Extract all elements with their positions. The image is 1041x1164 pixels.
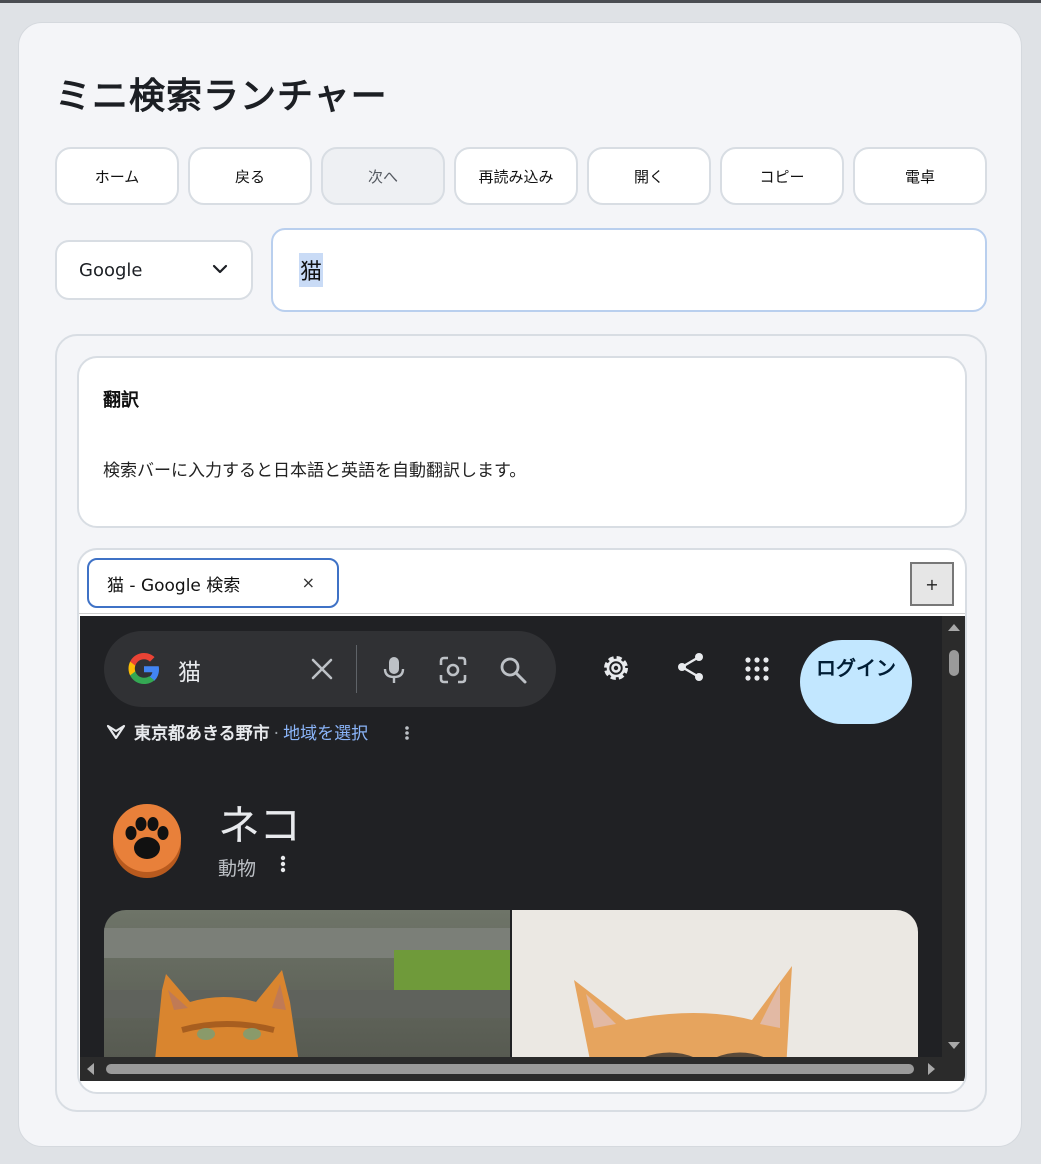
- content-panel: 翻訳 検索バーに入力すると日本語と英語を自動翻訳します。 猫 - Google …: [55, 334, 987, 1112]
- select-region-link[interactable]: 地域を選択: [283, 724, 368, 744]
- location-text: 東京都あきる野市: [134, 724, 270, 744]
- translation-description: 検索バーに入力すると日本語と英語を自動翻訳します。: [103, 461, 527, 481]
- microphone-icon[interactable]: [382, 655, 406, 685]
- google-logo-icon: [128, 653, 159, 684]
- share-icon[interactable]: [676, 652, 706, 682]
- reload-button[interactable]: 再読み込み: [454, 147, 578, 205]
- calculator-button[interactable]: 電卓: [853, 147, 987, 205]
- cat-photos: [104, 910, 918, 1070]
- scrollbar-corner: [942, 1057, 965, 1081]
- search-icon[interactable]: [498, 655, 528, 685]
- search-query-text: 猫: [299, 253, 324, 287]
- settings-icon[interactable]: [598, 650, 634, 686]
- copy-button[interactable]: コピー: [720, 147, 844, 205]
- entity-type: 動物: [218, 858, 257, 880]
- launcher-window: ミニ検索ランチャー ホーム 戻る 次へ 再読み込み 開く コピー 電卓 Goog…: [18, 22, 1022, 1147]
- google-search-box[interactable]: 猫: [104, 631, 556, 707]
- clear-icon[interactable]: [310, 657, 334, 681]
- web-view[interactable]: 猫 ログイン 東京都あきる野市 · 地域を選択 ネコ 動物: [80, 616, 965, 1081]
- location-separator: ·: [273, 724, 280, 744]
- image-carousel[interactable]: [104, 910, 918, 1070]
- back-button[interactable]: 戻る: [188, 147, 312, 205]
- browser-tab[interactable]: 猫 - Google 検索 ×: [87, 558, 339, 608]
- horizontal-scrollbar[interactable]: [80, 1057, 942, 1081]
- browser-tab-title: 猫 - Google 検索: [107, 575, 241, 596]
- vertical-scrollbar-graphic: [948, 624, 960, 1049]
- open-button[interactable]: 開く: [587, 147, 711, 205]
- translation-heading: 翻訳: [103, 390, 139, 411]
- location-arrow-icon: [106, 724, 126, 740]
- location-bar: 東京都あきる野市 · 地域を選択: [106, 719, 410, 744]
- entity-title: ネコ: [218, 801, 302, 850]
- entity-more-icon[interactable]: [280, 854, 286, 874]
- app-title: ミニ検索ランチャー: [55, 76, 388, 117]
- forward-button[interactable]: 次へ: [321, 147, 445, 205]
- apps-grid-icon[interactable]: [744, 656, 770, 682]
- paw-icon: [113, 804, 181, 878]
- search-engine-value: Google: [79, 259, 143, 281]
- google-query-text: 猫: [178, 660, 201, 686]
- login-button[interactable]: ログイン: [800, 640, 912, 724]
- new-tab-button[interactable]: +: [910, 562, 954, 606]
- search-engine-select[interactable]: Google: [55, 240, 253, 300]
- window-top-edge: [0, 0, 1041, 3]
- search-input[interactable]: 猫: [271, 228, 987, 312]
- camera-search-icon[interactable]: [438, 655, 468, 685]
- vertical-scrollbar[interactable]: [942, 616, 965, 1057]
- search-box-divider: [356, 645, 357, 693]
- chevron-down-icon: [212, 264, 228, 274]
- tab-bar-divider: [79, 613, 965, 614]
- embedded-browser: 猫 - Google 検索 × + 猫 ログイン 東京都あきる野市 · 地域を選…: [77, 548, 967, 1094]
- translation-card: 翻訳 検索バーに入力すると日本語と英語を自動翻訳します。: [77, 356, 967, 528]
- home-button[interactable]: ホーム: [55, 147, 179, 205]
- location-more-icon[interactable]: [404, 725, 410, 741]
- horizontal-scrollbar-graphic: [87, 1063, 935, 1075]
- tab-close-icon[interactable]: ×: [302, 573, 315, 592]
